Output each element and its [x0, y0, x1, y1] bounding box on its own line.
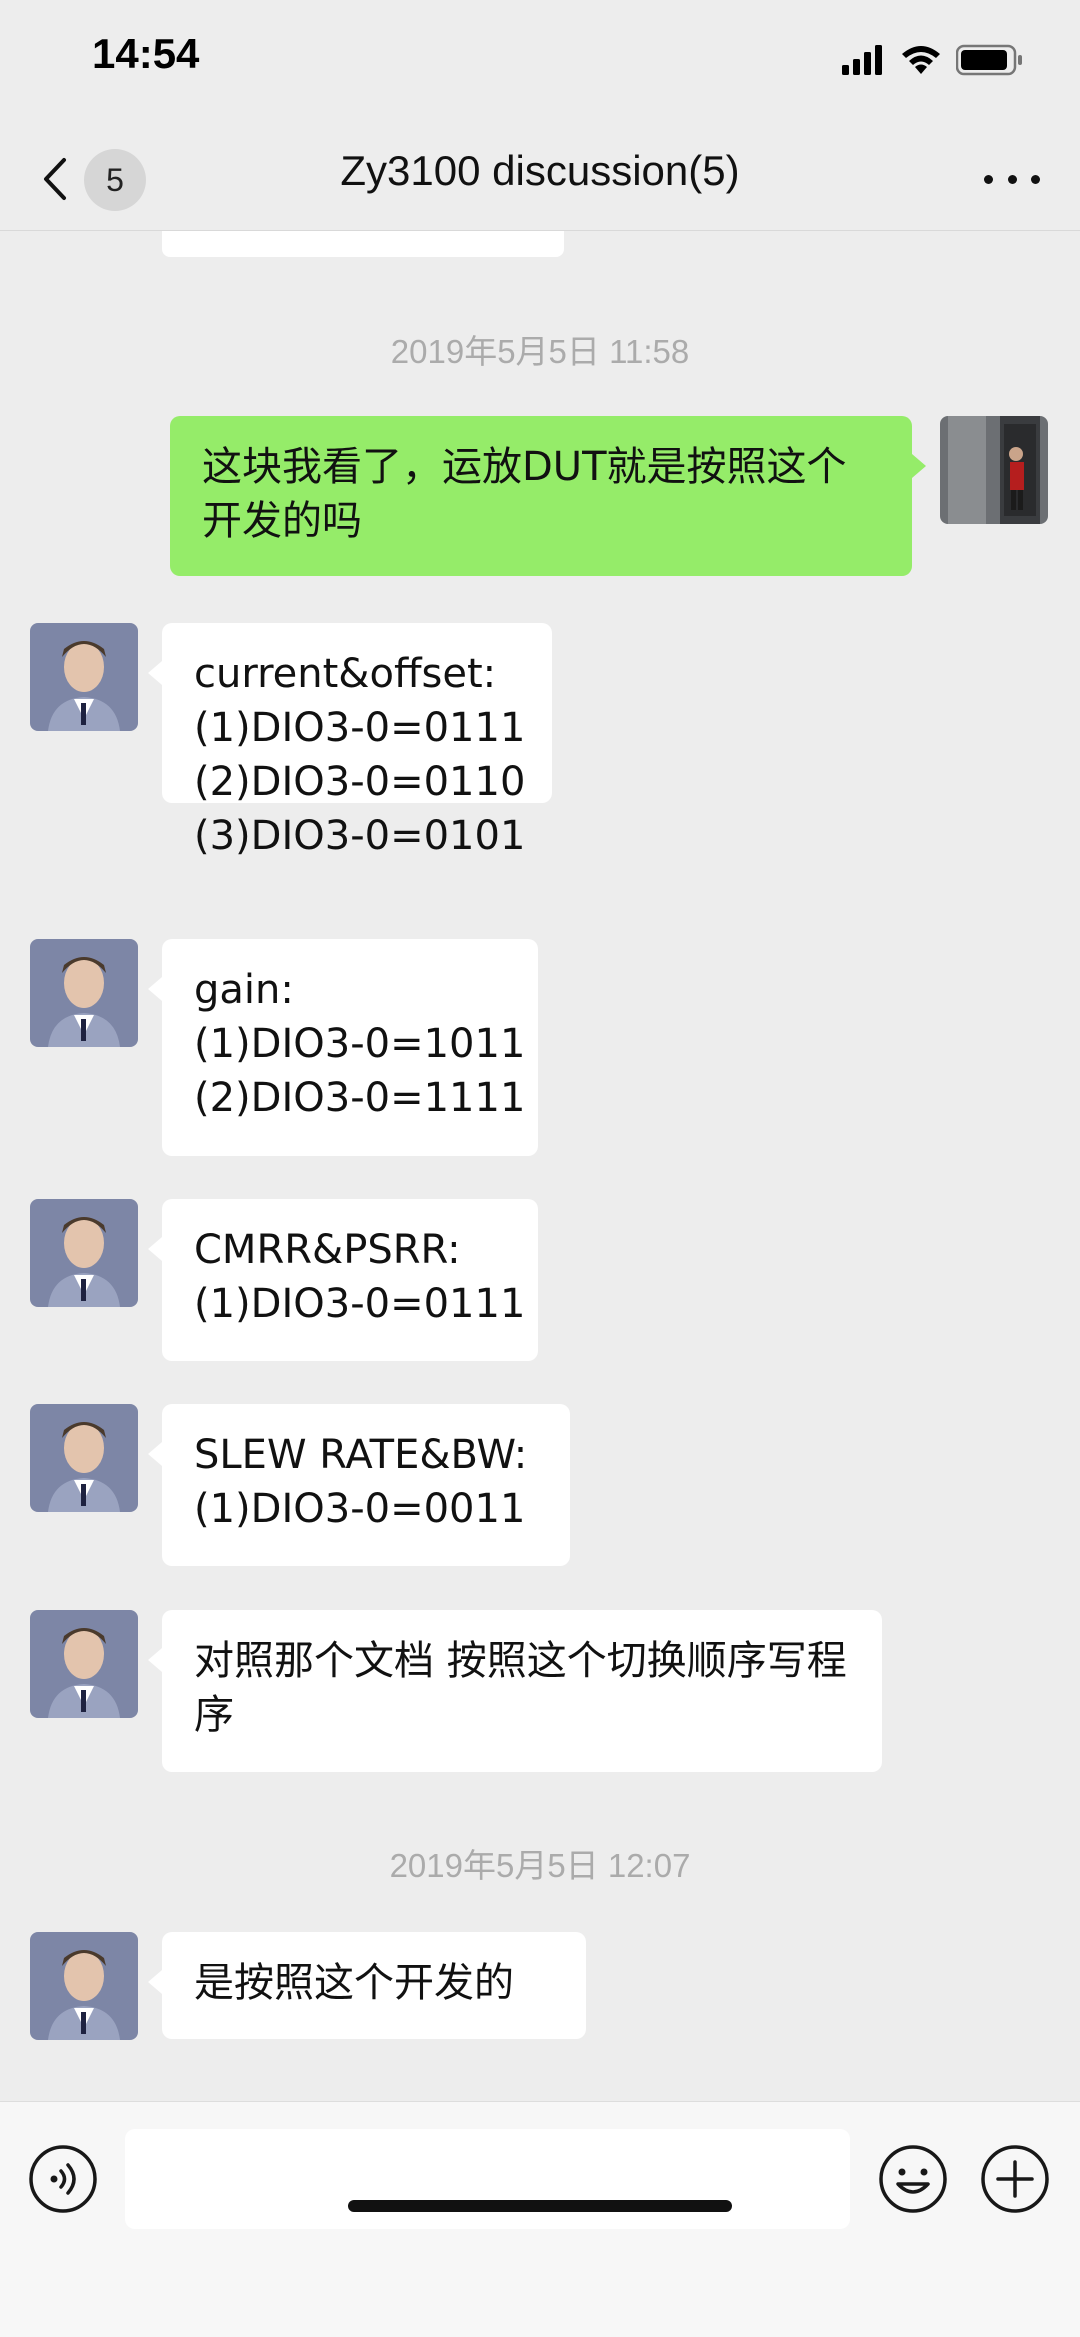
message-bubble-incoming[interactable]: 是按照这个开发的	[148, 1932, 586, 2039]
battery-icon	[956, 44, 1022, 76]
emoji-icon	[879, 2145, 947, 2213]
voice-button[interactable]	[28, 2144, 98, 2214]
avatar-image	[30, 939, 138, 1047]
more-actions-button[interactable]	[980, 2144, 1050, 2214]
avatar-image	[30, 1932, 138, 2040]
avatar-contact[interactable]	[30, 939, 138, 1047]
avatar-contact[interactable]	[30, 1610, 138, 1718]
chat-message-list[interactable]: 2019年5月5日 11:58 这块我看了，运放DUT就是按照这个开发的吗 cu…	[0, 231, 1080, 2101]
wifi-icon	[902, 46, 940, 74]
avatar-contact[interactable]	[30, 1932, 138, 2040]
avatar-image	[30, 1404, 138, 1512]
avatar-image	[30, 1199, 138, 1307]
message-input[interactable]	[125, 2129, 850, 2229]
timestamp: 2019年5月5日 11:58	[390, 333, 690, 370]
more-dots-icon	[984, 174, 993, 184]
message-bubble-incoming[interactable]: 对照那个文档 按照这个切换顺序写程序	[148, 1610, 882, 1772]
message-text: (1)DIO3-0=0111	[194, 1281, 526, 1327]
avatar-contact[interactable]	[30, 1404, 138, 1512]
input-bar	[0, 2101, 1080, 2337]
nav-bar: 5 Zy3100 discussion(5)	[0, 125, 1080, 231]
message-text: (1)DIO3-0=0111	[194, 705, 526, 751]
avatar-image	[30, 623, 138, 731]
message-text: (3)DIO3-0=0101	[194, 813, 526, 859]
status-bar: 14:54	[0, 0, 1080, 125]
avatar-contact[interactable]	[30, 623, 138, 731]
message-text: (1)DIO3-0=1011	[194, 1021, 526, 1067]
message-bubble-incoming[interactable]: current&offset: (1)DIO3-0=0111 (2)DIO3-0…	[148, 623, 552, 859]
status-icons	[842, 42, 1024, 78]
message-text: 对照那个文档 按照这个切换顺序写程序	[194, 1638, 847, 1738]
emoji-button[interactable]	[878, 2144, 948, 2214]
message-bubble-incoming[interactable]: SLEW RATE&BW: (1)DIO3-0=0011	[148, 1404, 570, 1566]
plus-icon	[981, 2145, 1049, 2213]
voice-icon	[29, 2145, 97, 2213]
message-text: CMRR&PSRR:	[194, 1227, 461, 1273]
message-text: current&offset:	[194, 651, 497, 697]
message-text: 这块我看了，运放DUT就是按照这个开发的吗	[202, 444, 847, 544]
message-text: (1)DIO3-0=0011	[194, 1486, 526, 1532]
message-bubble-incoming[interactable]: CMRR&PSRR: (1)DIO3-0=0111	[148, 1199, 538, 1361]
message-text: 是按照这个开发的	[194, 1960, 514, 2006]
message-bubble-incoming[interactable]: gain: (1)DIO3-0=1011 (2)DIO3-0=1111	[148, 939, 538, 1156]
message-text: SLEW RATE&BW:	[194, 1432, 528, 1478]
timestamp: 2019年5月5日 12:07	[389, 1847, 691, 1884]
message-bubble-outgoing[interactable]: 这块我看了，运放DUT就是按照这个开发的吗	[170, 416, 926, 576]
cellular-signal-icon	[842, 45, 882, 75]
avatar-image	[940, 416, 1048, 524]
avatar-self[interactable]	[940, 416, 1048, 524]
status-time: 14:54	[92, 30, 200, 77]
more-options-button[interactable]	[984, 161, 1040, 197]
message-text: gain:	[194, 967, 294, 1013]
message-text: (2)DIO3-0=0110	[194, 759, 526, 805]
avatar-contact[interactable]	[30, 1199, 138, 1307]
message-bubble-partial[interactable]	[162, 231, 564, 257]
home-indicator[interactable]	[348, 2200, 732, 2212]
chat-title: Zy3100 discussion(5)	[340, 147, 740, 194]
message-text: (2)DIO3-0=1111	[194, 1075, 526, 1121]
avatar-image	[30, 1610, 138, 1718]
